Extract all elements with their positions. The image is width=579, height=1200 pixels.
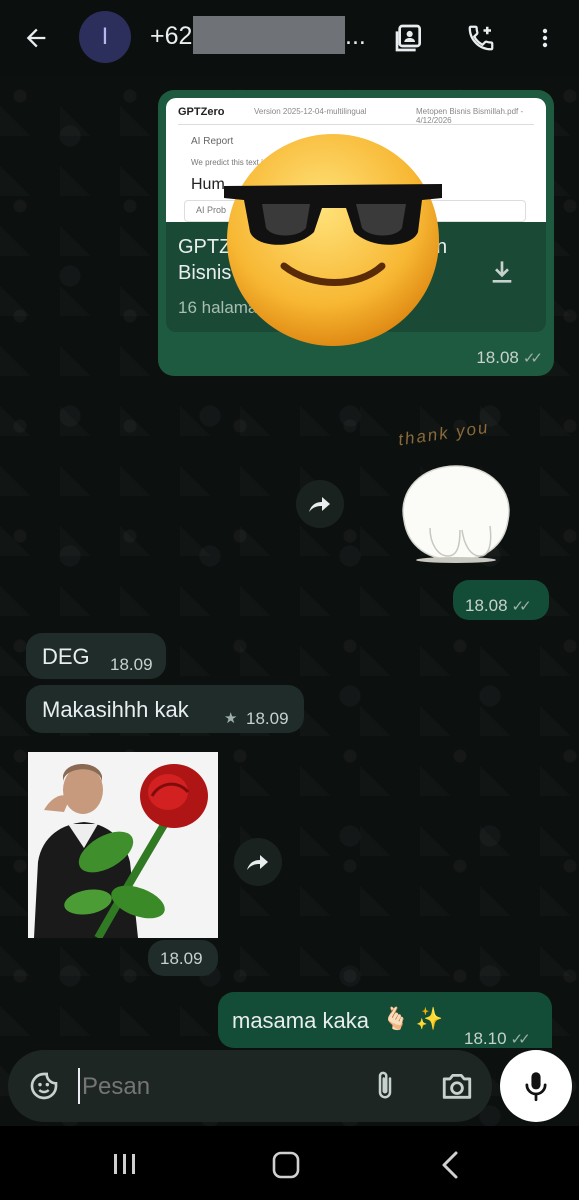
voice-record-button[interactable] <box>500 1050 572 1122</box>
document-timestamp: 18.08 ✓✓ <box>476 348 543 367</box>
message-text: Makasihhh kak <box>42 697 189 722</box>
message-time: 18.09 <box>110 655 153 674</box>
system-navigation-bar <box>0 1126 579 1200</box>
back-arrow-icon[interactable] <box>16 18 56 58</box>
home-icon[interactable] <box>270 1150 302 1185</box>
incoming-message[interactable]: Makasihhh kak ★ 18.09 <box>26 685 304 733</box>
preview-brand: GPTZero <box>178 106 225 118</box>
message-input[interactable] <box>80 1066 364 1108</box>
thank-you-sticker[interactable]: thank you <box>392 418 522 565</box>
preview-version: Version 2025-12-04-multilingual <box>254 107 367 116</box>
microphone-icon <box>525 1072 547 1102</box>
forward-icon[interactable] <box>296 480 344 528</box>
outgoing-message[interactable]: masama kaka 🫰🏻 ✨ 18.10 ✓✓ <box>218 992 552 1048</box>
back-nav-icon[interactable] <box>436 1150 464 1185</box>
message-emoji: 🫰🏻 ✨ <box>382 1006 443 1031</box>
read-ticks-icon: ✓✓ <box>511 598 532 615</box>
add-call-icon[interactable] <box>461 18 501 58</box>
redacted-number <box>193 16 345 54</box>
read-ticks-icon: ✓✓ <box>510 1031 531 1048</box>
avatar-letter: I <box>101 23 109 50</box>
recent-apps-icon[interactable] <box>110 1150 140 1183</box>
star-icon: ★ <box>224 710 238 727</box>
message-text: masama kaka <box>232 1008 369 1033</box>
read-ticks-icon: ✓✓ <box>522 350 543 367</box>
image-message[interactable] <box>28 752 218 938</box>
chat-header: I +62 ... <box>0 0 579 76</box>
message-timestamp: 18.10 ✓✓ <box>464 1029 531 1048</box>
contact-card-icon[interactable] <box>389 18 429 58</box>
message-text: DEG <box>42 644 90 669</box>
avatar[interactable]: I <box>79 11 131 63</box>
message-composer <box>8 1050 492 1122</box>
attach-icon[interactable] <box>370 1068 400 1109</box>
download-icon[interactable] <box>486 256 518 293</box>
sunglasses-emoji-sticker[interactable] <box>222 128 444 348</box>
incoming-message[interactable]: DEG 18.09 <box>26 633 166 679</box>
preview-result: Hum <box>191 176 225 193</box>
chat-screen: I +62 ... GPTZero Version 2025-12-04-mul… <box>0 0 579 1200</box>
contact-name-ellipsis: ... <box>345 22 366 50</box>
sticker-emoji-icon[interactable] <box>28 1070 60 1107</box>
contact-name[interactable]: +62 <box>150 22 192 51</box>
preview-file: Metopen Bisnis Bismillah.pdf - 4/12/2026 <box>416 107 524 125</box>
sticker-timestamp: 18.08 ✓✓ <box>453 580 549 620</box>
more-options-icon[interactable] <box>525 18 565 58</box>
image-timestamp: 18.09 <box>148 940 218 976</box>
message-time: 18.09 <box>246 709 289 728</box>
camera-icon[interactable] <box>440 1070 474 1107</box>
forward-icon[interactable] <box>234 838 282 886</box>
